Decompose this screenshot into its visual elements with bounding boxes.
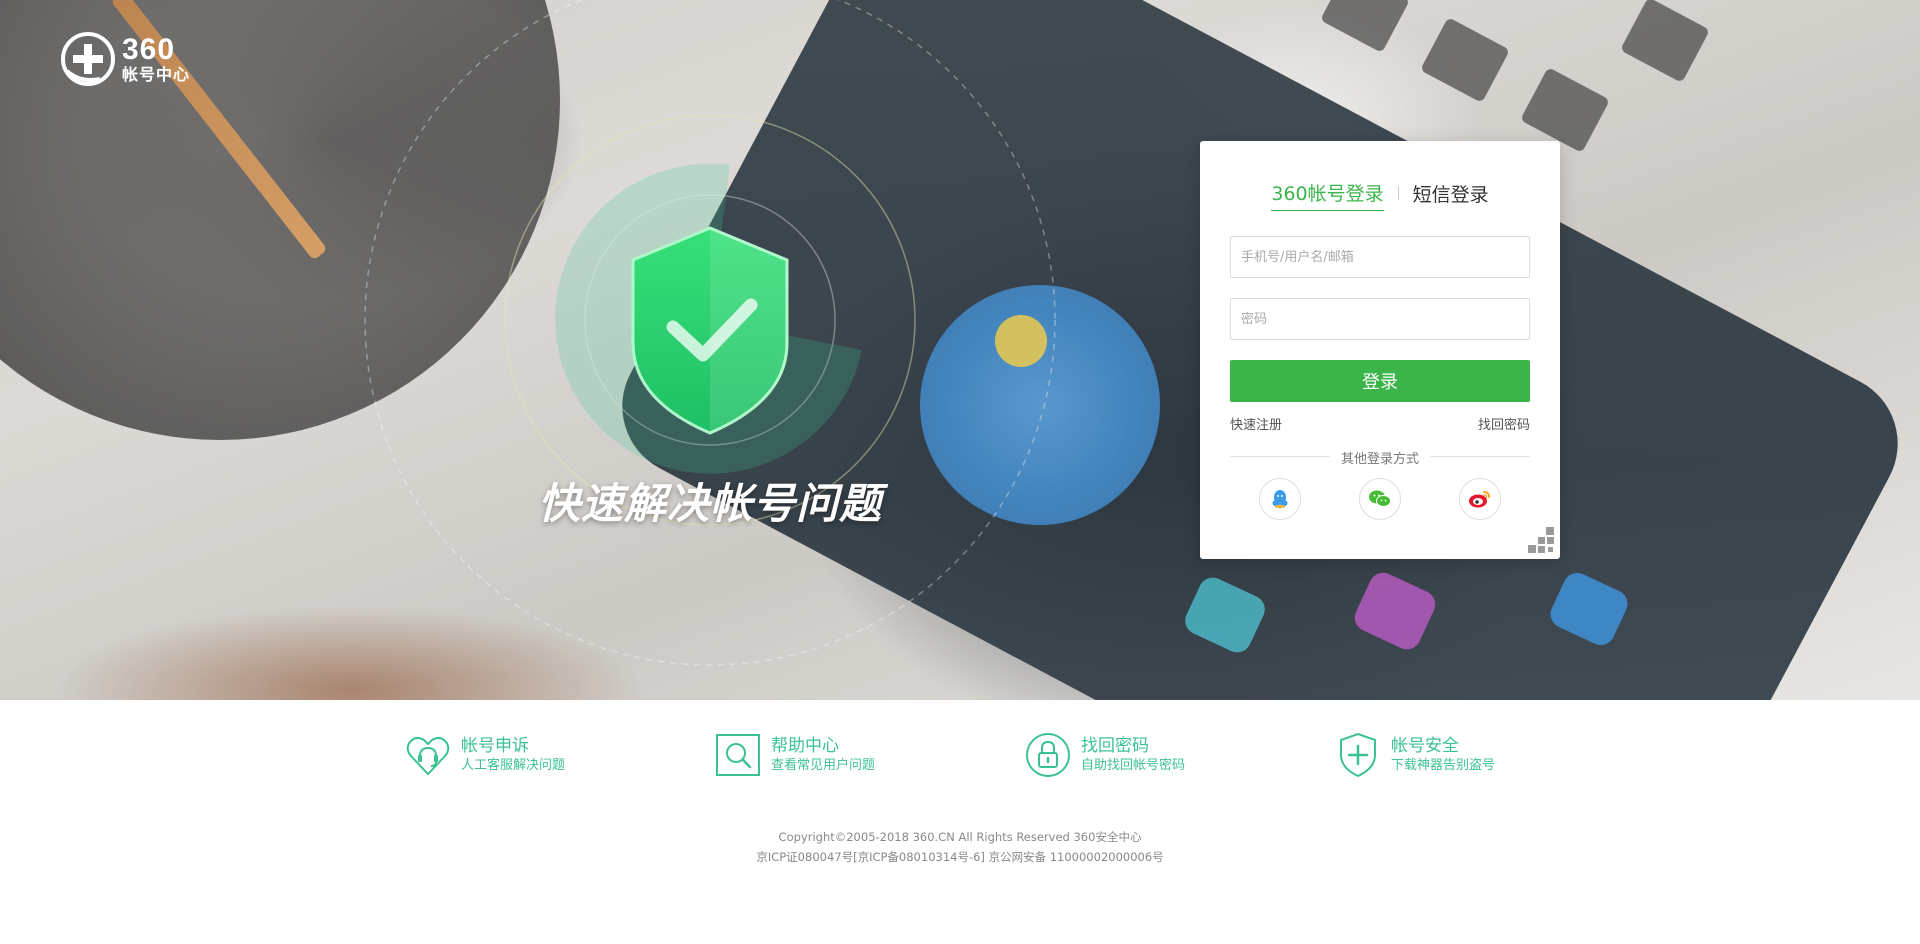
feature-title: 帐号安全 xyxy=(1391,736,1459,756)
social-login-group xyxy=(1230,478,1530,522)
shield-plus-icon xyxy=(1340,732,1376,778)
feature-links: 帐号申诉 人工客服解决问题 帮助中心 查看常见用户问题 找回密码 自助找回帐号密… xyxy=(0,730,1920,790)
register-link[interactable]: 快速注册 xyxy=(1230,414,1282,433)
hero-banner: 快速解决帐号问题 360 帐号中心 360帐号登录 短信登录 登录 快速注册 找… xyxy=(0,0,1920,700)
tab-sms-login[interactable]: 短信登录 xyxy=(1413,180,1489,211)
qq-login-button[interactable] xyxy=(1259,478,1301,520)
login-card: 360帐号登录 短信登录 登录 快速注册 找回密码 其他登录方式 xyxy=(1200,141,1560,559)
username-input[interactable] xyxy=(1230,236,1530,278)
heart-headset-icon xyxy=(406,736,450,776)
login-tabs: 360帐号登录 短信登录 xyxy=(1200,179,1560,211)
qq-icon xyxy=(1272,490,1288,509)
search-icon xyxy=(716,734,760,776)
other-login-label: 其他登录方式 xyxy=(1340,452,1419,467)
feature-subtitle: 人工客服解决问题 xyxy=(461,758,566,773)
logo-360-account-center[interactable]: 360 帐号中心 xyxy=(60,30,190,88)
qrcode-corner-icon[interactable] xyxy=(1516,515,1556,555)
forgot-password-link[interactable]: 找回密码 xyxy=(1478,414,1530,433)
login-button[interactable]: 登录 xyxy=(1230,360,1530,402)
tab-separator xyxy=(1397,186,1399,200)
other-login-divider: 其他登录方式 xyxy=(1230,448,1530,467)
weibo-login-button[interactable] xyxy=(1459,478,1501,520)
weibo-icon xyxy=(1469,491,1490,508)
feature-account-security[interactable]: 帐号安全 下载神器告别盗号 xyxy=(1333,730,1495,780)
logo-number: 360 xyxy=(122,33,176,66)
feature-subtitle: 下载神器告别盗号 xyxy=(1391,758,1496,773)
shield-check-icon xyxy=(555,165,865,475)
feature-help-center[interactable]: 帮助中心 查看常见用户问题 xyxy=(713,730,875,780)
wechat-icon xyxy=(1369,490,1391,507)
footer-copyright: Copyright©2005-2018 360.CN All Rights Re… xyxy=(778,830,1142,844)
logo-plus-icon xyxy=(61,32,115,86)
password-input[interactable] xyxy=(1230,298,1530,340)
footer: Copyright©2005-2018 360.CN All Rights Re… xyxy=(0,827,1920,867)
feature-title: 帐号申诉 xyxy=(461,736,529,756)
lock-icon xyxy=(1026,733,1070,777)
footer-icp[interactable]: 京ICP证080047号[京ICP备08010314号-6] 京公网安备 110… xyxy=(0,847,1920,867)
logo-subtitle: 帐号中心 xyxy=(122,65,191,84)
feature-title: 帮助中心 xyxy=(771,736,839,756)
hero-slogan: 快速解决帐号问题 xyxy=(537,479,882,528)
feature-subtitle: 查看常见用户问题 xyxy=(771,758,876,773)
feature-title: 找回密码 xyxy=(1081,736,1149,756)
tab-account-login[interactable]: 360帐号登录 xyxy=(1271,179,1384,211)
feature-subtitle: 自助找回帐号密码 xyxy=(1081,758,1186,773)
feature-account-appeal[interactable]: 帐号申诉 人工客服解决问题 xyxy=(403,730,565,780)
feature-recover-password[interactable]: 找回密码 自助找回帐号密码 xyxy=(1023,730,1185,780)
wechat-login-button[interactable] xyxy=(1359,478,1401,520)
radar-rings xyxy=(364,0,1056,666)
divider-line xyxy=(1430,456,1530,457)
